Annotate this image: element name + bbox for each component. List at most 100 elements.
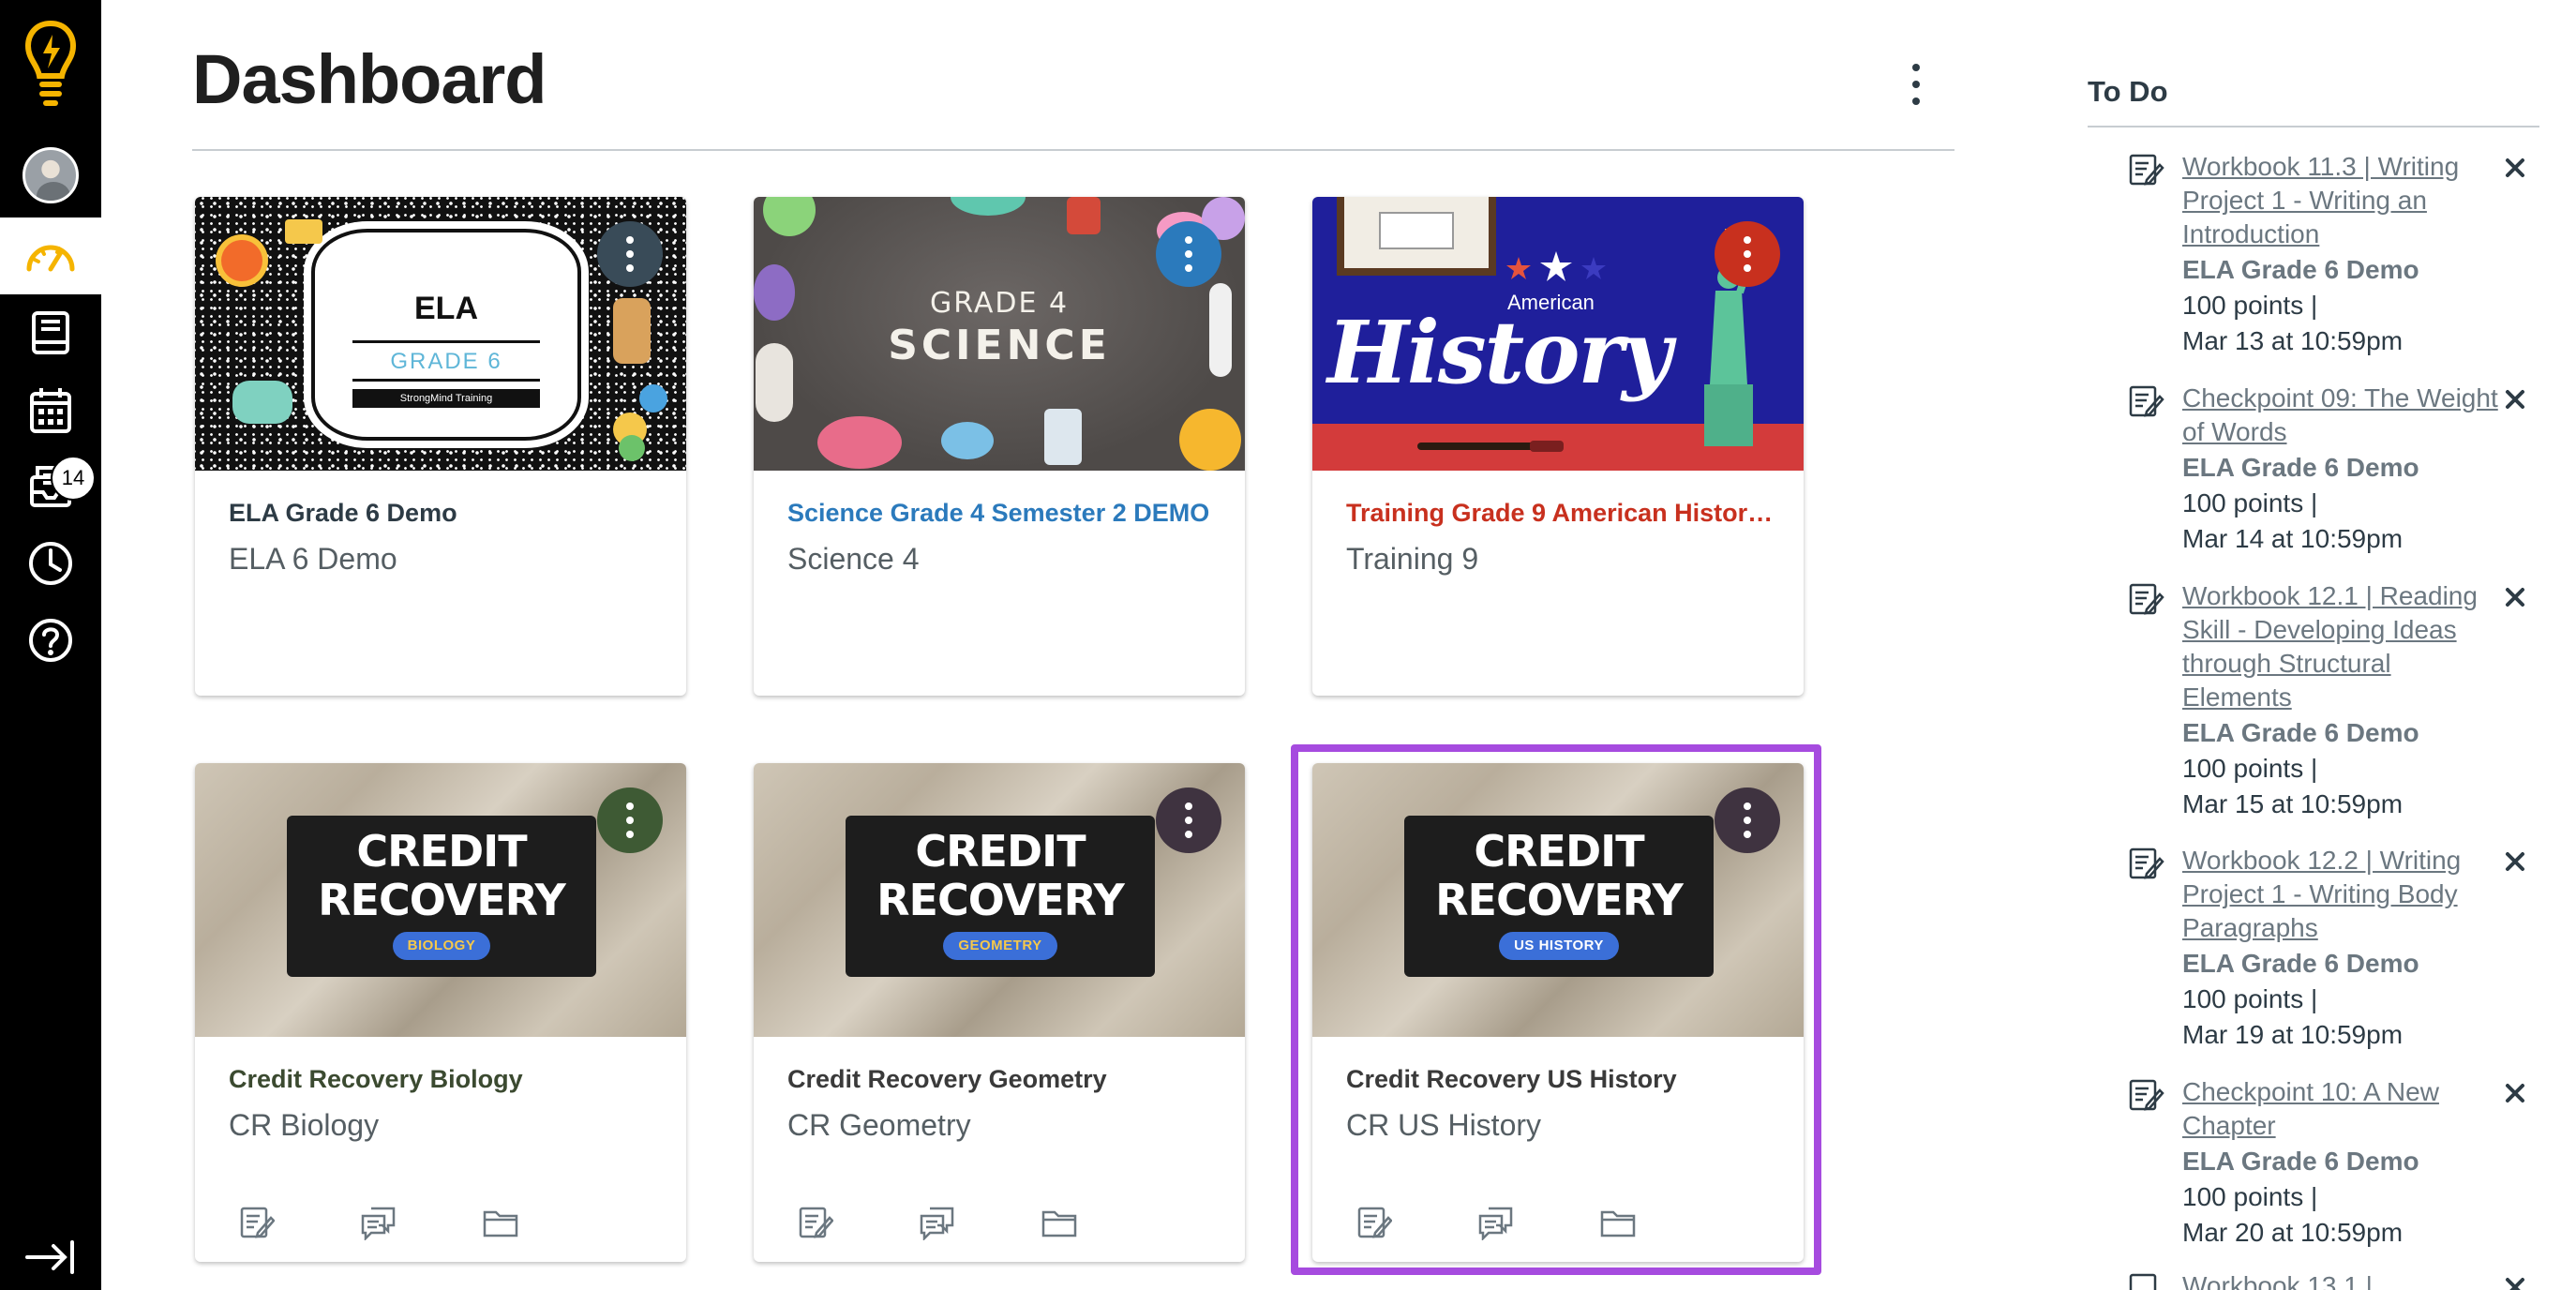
courses-icon (32, 311, 69, 354)
discussions-icon (361, 1207, 396, 1240)
todo-item-due: Mar 20 at 10:59pm (2182, 1218, 2404, 1247)
todo-item-course: ELA Grade 6 Demo (2182, 1147, 2419, 1176)
global-navigation: 14 (0, 0, 101, 1290)
assignment-icon (2129, 583, 2164, 615)
todo-item-due: Mar 13 at 10:59pm (2182, 326, 2404, 355)
history-nav-item[interactable] (0, 525, 101, 602)
discussions-button[interactable] (358, 1202, 399, 1243)
assignments-button[interactable] (795, 1202, 836, 1243)
course-card-credit-recovery-biology[interactable]: CREDIT RECOVERY BIOLOGY Credit Recovery … (195, 763, 686, 1262)
assignment-icon (2129, 848, 2164, 879)
assignment-icon (2129, 1079, 2164, 1111)
files-button[interactable] (480, 1202, 521, 1243)
hero-grade: GRADE 6 (390, 349, 502, 374)
course-card-ela-grade-6[interactable]: ELA GRADE 6 StrongMind Training ELA Grad… (195, 197, 686, 696)
assignments-button[interactable] (236, 1202, 277, 1243)
page-title: Dashboard (192, 40, 547, 118)
todo-item-course: ELA Grade 6 Demo (2182, 949, 2419, 978)
files-button[interactable] (1039, 1202, 1080, 1243)
card-course-title: Credit Recovery Biology (229, 1065, 523, 1093)
folder-icon (483, 1210, 518, 1238)
hero-line2: RECOVERY (876, 875, 1125, 925)
hero-line2: RECOVERY (1435, 875, 1684, 925)
course-card-training-grade-9-american-history[interactable]: American History Training Grade 9 Americ… (1312, 197, 1804, 696)
assignment-icon (2129, 385, 2164, 417)
card-course-title: Credit Recovery Geometry (787, 1065, 1107, 1093)
dashboard-nav-item[interactable] (0, 218, 101, 294)
dismiss-icon[interactable] (2499, 581, 2531, 613)
hero-line1: CREDIT (356, 826, 527, 877)
courses-nav-item[interactable] (0, 294, 101, 371)
card-course-subtitle: ELA 6 Demo (229, 542, 397, 576)
dashboard-options-button[interactable] (1895, 58, 1937, 111)
hero-subject-pill: BIOLOGY (392, 932, 491, 960)
todo-item-points: 100 points | (2182, 754, 2318, 783)
hero-subject-pill: GEOMETRY (943, 932, 1057, 960)
dismiss-icon[interactable] (2499, 1271, 2531, 1290)
todo-divider (2088, 126, 2539, 128)
inbox-unread-badge: 14 (51, 456, 96, 501)
assignments-icon (1357, 1207, 1392, 1238)
card-options-button[interactable] (1715, 788, 1780, 853)
card-options-button[interactable] (597, 221, 663, 287)
todo-item-link[interactable]: Workbook 13.1 | (2182, 1269, 2501, 1290)
assignments-icon (240, 1207, 275, 1238)
card-course-title: ELA Grade 6 Demo (229, 499, 457, 527)
hero-line1: CREDIT (1474, 826, 1644, 877)
hero-word: History (1327, 302, 1671, 403)
assignment-icon (2129, 1273, 2157, 1290)
logo-lightbulb-icon[interactable] (0, 13, 101, 116)
dismiss-icon[interactable] (2499, 846, 2531, 878)
discussions-button[interactable] (917, 1202, 958, 1243)
hero-heading: ELA (414, 291, 478, 326)
card-course-title: Science Grade 4 Semester 2 DEMO (787, 499, 1210, 527)
hero-line1: GRADE 4 (929, 287, 1070, 320)
todo-item-due: Mar 14 at 10:59pm (2182, 524, 2404, 553)
dashboard-icon (26, 245, 75, 272)
todo-item-link[interactable]: Workbook 12.1 | Reading Skill - Developi… (2182, 579, 2501, 714)
course-card-credit-recovery-us-history[interactable]: CREDIT RECOVERY US HISTORY Credit Recove… (1312, 763, 1804, 1262)
todo-item-course: ELA Grade 6 Demo (2182, 453, 2419, 482)
assignments-button[interactable] (1354, 1202, 1395, 1243)
collapse-nav-button[interactable] (0, 1224, 101, 1290)
course-card-credit-recovery-geometry[interactable]: CREDIT RECOVERY GEOMETRY Credit Recovery… (754, 763, 1245, 1262)
todo-item-due: Mar 15 at 10:59pm (2182, 789, 2404, 818)
hero-line2: RECOVERY (318, 875, 566, 925)
todo-item-link[interactable]: Checkpoint 09: The Weight of Words (2182, 382, 2501, 449)
todo-item-link[interactable]: Checkpoint 10: A New Chapter (2182, 1075, 2501, 1143)
todo-item-points: 100 points | (2182, 488, 2318, 518)
dismiss-icon[interactable] (2499, 152, 2531, 184)
dismiss-icon[interactable] (2499, 1077, 2531, 1109)
folder-icon (1600, 1210, 1636, 1238)
discussions-icon (1478, 1207, 1513, 1240)
avatar (22, 147, 79, 203)
history-icon (29, 542, 72, 585)
card-course-title: Training Grade 9 American History... (1346, 499, 1777, 527)
calendar-nav-item[interactable] (0, 371, 101, 448)
card-options-button[interactable] (1156, 221, 1221, 287)
hero-subject-pill: US HISTORY (1499, 932, 1619, 960)
course-card-science-grade-4[interactable]: GRADE 4 SCIENCE Science Grade 4 Semester… (754, 197, 1245, 696)
dismiss-icon[interactable] (2499, 383, 2531, 415)
collapse-nav-icon (25, 1240, 74, 1274)
discussions-button[interactable] (1475, 1202, 1517, 1243)
files-button[interactable] (1597, 1202, 1639, 1243)
discussions-icon (920, 1207, 954, 1240)
account-nav-item[interactable] (0, 137, 101, 214)
todo-item: Workbook 13.1 | (2128, 1269, 2540, 1290)
todo-item-link[interactable]: Workbook 12.2 | Writing Project 1 - Writ… (2182, 844, 2501, 945)
hero-brand: StrongMind Training (352, 389, 540, 408)
help-nav-item[interactable] (0, 602, 101, 679)
assignments-icon (799, 1207, 833, 1238)
card-options-button[interactable] (1715, 221, 1780, 287)
todo-item-link[interactable]: Workbook 11.3 | Writing Project 1 - Writ… (2182, 150, 2501, 251)
card-options-button[interactable] (597, 788, 663, 853)
card-options-button[interactable] (1156, 788, 1221, 853)
todo-item-due: Mar 19 at 10:59pm (2182, 1020, 2404, 1049)
header-divider (192, 149, 1954, 151)
help-icon (29, 619, 72, 662)
card-course-subtitle: Science 4 (787, 542, 920, 576)
todo-item-points: 100 points | (2182, 291, 2318, 320)
calendar-icon (30, 388, 71, 433)
card-course-subtitle: Training 9 (1346, 542, 1479, 576)
